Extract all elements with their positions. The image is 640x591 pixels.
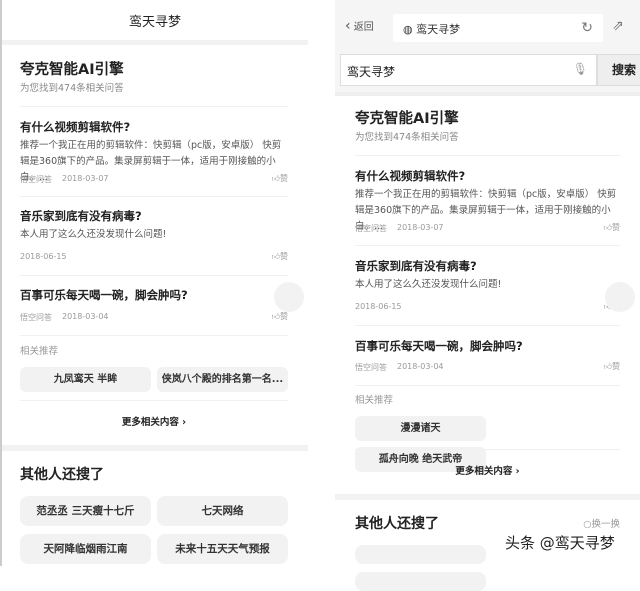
result-date: 2018-06-15 bbox=[20, 252, 67, 261]
divider bbox=[20, 196, 288, 197]
more-link[interactable]: 更多相关内容 › bbox=[355, 463, 620, 477]
related-label: 相关推荐 bbox=[20, 346, 59, 357]
related-chip[interactable]: 漫漫诸天 bbox=[355, 416, 486, 441]
divider bbox=[20, 106, 288, 107]
thumbs-up-icon: 👍︎ bbox=[603, 223, 612, 232]
divider bbox=[355, 325, 620, 326]
result-date: 2018-03-07 bbox=[62, 174, 109, 183]
divider bbox=[355, 245, 620, 246]
like-button[interactable]: 👍︎赞 bbox=[272, 311, 288, 322]
related-chip[interactable]: 九凤鸾天 半眸 bbox=[20, 367, 151, 392]
swap-button[interactable]: ○换一换 bbox=[583, 516, 620, 530]
thumbs-up-icon: 👍︎ bbox=[271, 174, 280, 183]
result-source: 悟空问答 bbox=[355, 363, 387, 372]
result-snippet: 本人用了这么久还没发现什么问题! bbox=[355, 279, 502, 290]
search-input[interactable]: 鸾天寻梦 🎙︎ bbox=[340, 54, 597, 86]
others-chip[interactable] bbox=[355, 545, 486, 564]
divider bbox=[20, 275, 288, 276]
page-title: 鸾天寻梦 bbox=[128, 14, 181, 30]
result-date: 2018-03-04 bbox=[397, 362, 444, 371]
browser-bar: ‹ 返回 ◍ 鸾天寻梦 ↻ ⇗ bbox=[335, 0, 640, 50]
result-title[interactable]: 百事可乐每天喝一碗，脚会肿吗? bbox=[20, 287, 288, 303]
reload-icon[interactable]: ↻ bbox=[581, 20, 593, 36]
divider bbox=[2, 40, 308, 45]
result-count: 为您找到474条相关问答 bbox=[355, 132, 459, 143]
divider bbox=[2, 445, 308, 451]
others-chip[interactable]: 天阿降临烟雨江南 bbox=[20, 534, 151, 564]
result-title[interactable]: 有什么视频剪辑软件? bbox=[355, 168, 620, 184]
divider bbox=[335, 494, 640, 500]
related-label: 相关推荐 bbox=[355, 395, 394, 406]
result-snippet: 本人用了这么久还没发现什么问题! bbox=[20, 229, 167, 240]
like-button[interactable]: 👍︎赞 bbox=[272, 173, 288, 184]
more-link[interactable]: 更多相关内容 › bbox=[20, 414, 288, 428]
like-button[interactable]: 👍︎赞 bbox=[272, 251, 288, 262]
floating-button[interactable] bbox=[605, 282, 635, 312]
result-title[interactable]: 有什么视频剪辑软件? bbox=[20, 119, 288, 135]
divider bbox=[355, 449, 620, 450]
others-chip[interactable]: 未来十五天天气预报 bbox=[157, 534, 288, 564]
thumbs-up-icon: 👍︎ bbox=[271, 252, 280, 261]
result-date: 2018-06-15 bbox=[355, 302, 402, 311]
result-title[interactable]: 音乐家到底有没有病毒? bbox=[20, 208, 288, 224]
result-date: 2018-03-07 bbox=[397, 223, 444, 232]
related-chip[interactable]: 侠岚八个殿的排名第一名... bbox=[157, 367, 288, 392]
divider bbox=[355, 155, 620, 156]
engine-title: 夸克智能AI引擎 bbox=[355, 111, 459, 127]
result-date: 2018-03-04 bbox=[62, 312, 109, 321]
divider bbox=[20, 335, 288, 336]
globe-icon: ◍ bbox=[403, 23, 413, 36]
result-source: 悟空问答 bbox=[20, 175, 52, 184]
engine-title: 夸克智能AI引擎 bbox=[20, 62, 124, 78]
others-title: 其他人还搜了 bbox=[355, 516, 439, 532]
thumbs-up-icon: 👍︎ bbox=[271, 312, 280, 321]
divider bbox=[355, 385, 620, 386]
result-count: 为您找到474条相关问答 bbox=[20, 83, 124, 94]
result-source: 悟空问答 bbox=[355, 224, 387, 233]
floating-button[interactable] bbox=[274, 282, 304, 312]
others-chip[interactable] bbox=[355, 572, 486, 591]
divider bbox=[20, 400, 288, 401]
result-title[interactable]: 百事可乐每天喝一碗，脚会肿吗? bbox=[355, 338, 620, 354]
like-button[interactable]: 👍︎赞 bbox=[604, 361, 620, 372]
thumbs-up-icon: 👍︎ bbox=[603, 362, 612, 371]
others-title: 其他人还搜了 bbox=[20, 467, 104, 483]
chevron-left-icon: ‹ bbox=[345, 18, 351, 34]
watermark: 头条 @鸾天寻梦 bbox=[505, 534, 615, 552]
microphone-icon[interactable]: 🎙︎ bbox=[573, 62, 588, 76]
result-source: 悟空问答 bbox=[20, 313, 52, 322]
like-button[interactable]: 👍︎赞 bbox=[604, 222, 620, 233]
back-button[interactable]: ‹ 返回 bbox=[345, 18, 374, 34]
others-chip[interactable]: 七天网络 bbox=[157, 496, 288, 526]
url-bar[interactable]: ◍ 鸾天寻梦 ↻ bbox=[393, 14, 603, 42]
search-button[interactable]: 搜索 bbox=[597, 54, 640, 86]
others-chip[interactable]: 范丞丞 三天瘦十七斤 bbox=[20, 496, 151, 526]
result-title[interactable]: 音乐家到底有没有病毒? bbox=[355, 258, 620, 274]
right-screen: ‹ 返回 ◍ 鸾天寻梦 ↻ ⇗ 鸾天寻梦 🎙︎ 搜索 夸克智能AI引擎 为您找到47… bbox=[335, 0, 640, 591]
left-screen: 鸾天寻梦 夸克智能AI引擎 为您找到474条相关问答 有什么视频剪辑软件? 推荐… bbox=[0, 0, 308, 566]
share-icon[interactable]: ⇗ bbox=[612, 18, 624, 34]
